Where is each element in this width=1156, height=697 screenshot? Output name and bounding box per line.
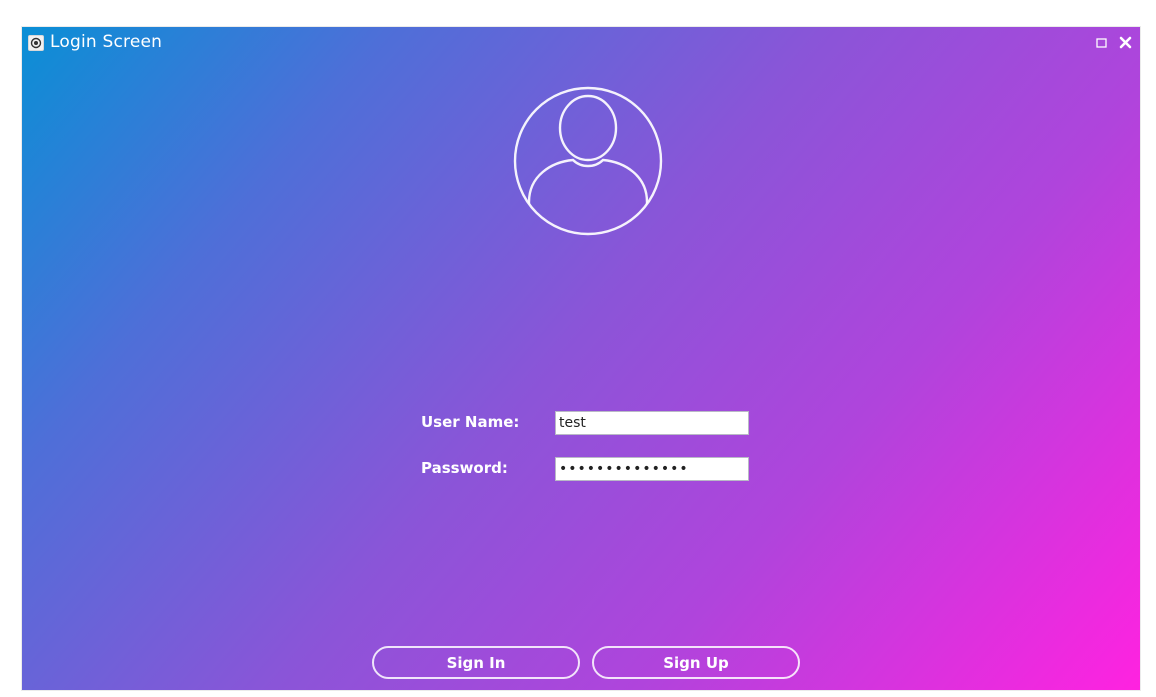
title-bar[interactable]: Login Screen bbox=[22, 27, 1140, 61]
sign-up-button[interactable]: Sign Up bbox=[592, 646, 800, 679]
password-label: Password: bbox=[421, 459, 508, 477]
login-window: Login Screen User Name: test Password: •… bbox=[22, 27, 1140, 690]
close-button[interactable] bbox=[1116, 33, 1136, 53]
screen-frame: Login Screen User Name: test Password: •… bbox=[0, 0, 1156, 697]
maximize-icon bbox=[1096, 38, 1107, 48]
username-input[interactable] bbox=[555, 411, 749, 435]
app-window-icon bbox=[28, 35, 44, 51]
user-avatar-icon bbox=[513, 86, 663, 236]
window-title: Login Screen bbox=[50, 32, 163, 52]
username-label: User Name: bbox=[421, 413, 520, 431]
maximize-button[interactable] bbox=[1092, 33, 1112, 53]
sign-in-button[interactable]: Sign In bbox=[372, 646, 580, 679]
password-input[interactable] bbox=[555, 457, 749, 481]
close-icon bbox=[1119, 36, 1132, 49]
